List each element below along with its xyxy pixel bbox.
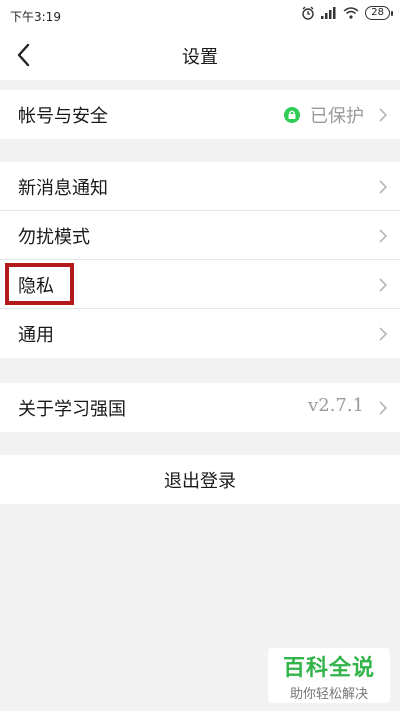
notifications-item[interactable]: 新消息通知	[0, 162, 400, 211]
notifications-label: 新消息通知	[18, 178, 108, 199]
account-security-label: 帐号与安全	[18, 106, 108, 127]
account-status: 已保护	[310, 106, 364, 127]
version-label: v2.7.1	[308, 395, 364, 416]
title-bar: 设置	[0, 30, 400, 80]
alarm-icon	[302, 6, 314, 20]
chevron-right-icon	[379, 229, 388, 243]
settings-group-about: 关于学习强国 v2.7.1	[0, 383, 400, 432]
chevron-right-icon	[379, 278, 388, 292]
do-not-disturb-item[interactable]: 勿扰模式	[0, 211, 400, 260]
account-security-item[interactable]: 帐号与安全 已保护	[0, 90, 400, 139]
about-item[interactable]: 关于学习强国 v2.7.1	[0, 383, 400, 432]
status-icons: 28	[301, 6, 393, 20]
page-title: 设置	[182, 47, 218, 68]
signal-icon	[321, 7, 336, 19]
watermark-subtitle: 助你轻松解决	[289, 687, 368, 702]
about-label: 关于学习强国	[18, 399, 126, 420]
logout-button[interactable]: 退出登录	[0, 455, 400, 504]
wifi-icon	[343, 7, 359, 19]
privacy-highlight-box	[5, 263, 74, 305]
battery-icon: 28	[365, 6, 393, 20]
chevron-right-icon	[379, 327, 388, 341]
logout-label: 退出登录	[164, 471, 236, 492]
chevron-right-icon	[379, 180, 388, 194]
do-not-disturb-label: 勿扰模式	[18, 227, 90, 248]
settings-group-general: 新消息通知 勿扰模式 隐私 通用	[0, 162, 400, 358]
chevron-right-icon	[379, 401, 388, 415]
watermark-title: 百科全说	[282, 656, 375, 681]
status-time: 下午3:19	[10, 10, 61, 24]
settings-group-account: 帐号与安全 已保护	[0, 90, 400, 139]
general-label: 通用	[18, 325, 54, 346]
status-bar: 下午3:19 28	[0, 0, 400, 30]
general-item[interactable]: 通用	[0, 309, 400, 358]
watermark-logo: 百科全说 助你轻松解决	[268, 648, 390, 703]
lock-icon	[284, 107, 300, 123]
chevron-right-icon	[379, 108, 388, 122]
